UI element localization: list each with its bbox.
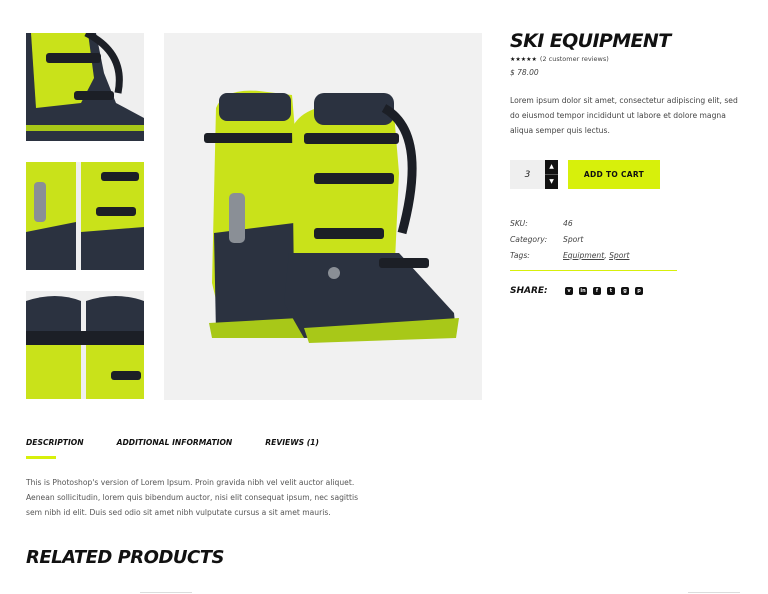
product-thumbnail-2[interactable] xyxy=(26,162,144,270)
rating-row: ★★★★★ (2 customer reviews) xyxy=(510,55,750,63)
add-to-cart-form: 3 ▲ ▼ ADD TO CART xyxy=(510,160,660,189)
star-rating-icon: ★★★★★ xyxy=(510,55,537,63)
tab-reviews[interactable]: REVIEWS (1) xyxy=(265,438,319,447)
twitter-icon[interactable]: t xyxy=(607,287,615,295)
chevron-up-icon[interactable]: ▲ xyxy=(545,160,558,175)
product-meta: SKU: 46 Category: Sport Tags: Equipment,… xyxy=(510,215,629,263)
related-products-heading: RELATED PRODUCTS xyxy=(26,547,224,568)
linkedin-icon[interactable]: in xyxy=(579,287,587,295)
share-row: SHARE: v in f t g p xyxy=(510,286,649,296)
tab-description[interactable]: DESCRIPTION xyxy=(26,438,84,459)
tags-label: Tags: xyxy=(510,250,530,260)
share-label: SHARE: xyxy=(510,286,548,296)
tags-value: Equipment, Sport xyxy=(563,251,629,260)
reviews-link[interactable]: (2 customer reviews) xyxy=(540,55,609,63)
google-plus-icon[interactable]: g xyxy=(621,287,629,295)
product-title: SKI EQUIPMENT xyxy=(510,30,671,52)
product-thumbnail-3[interactable] xyxy=(26,291,144,399)
boot-image xyxy=(26,162,144,270)
sku-label: SKU: xyxy=(510,218,528,228)
add-to-cart-button[interactable]: ADD TO CART xyxy=(568,160,660,189)
product-summary: SKI EQUIPMENT ★★★★★ (2 customer reviews)… xyxy=(510,30,750,138)
tag-separator: , xyxy=(604,250,607,260)
pinterest-icon[interactable]: p xyxy=(635,287,643,295)
product-tabs: DESCRIPTION ADDITIONAL INFORMATION REVIE… xyxy=(26,438,352,459)
related-product-card-edge xyxy=(140,592,192,593)
category-label: Category: xyxy=(510,234,548,244)
tags-row: Tags: Equipment, Sport xyxy=(510,247,629,263)
category-row: Category: Sport xyxy=(510,231,629,247)
tag-link-equipment[interactable]: Equipment xyxy=(563,251,604,260)
related-product-card-edge xyxy=(688,592,740,593)
tag-link-sport[interactable]: Sport xyxy=(609,251,629,260)
facebook-icon[interactable]: f xyxy=(593,287,601,295)
tab-additional-information[interactable]: ADDITIONAL INFORMATION xyxy=(117,438,233,447)
sku-value: 46 xyxy=(563,218,573,228)
boot-image xyxy=(26,33,144,141)
product-price: $ 78.00 xyxy=(510,68,539,77)
ski-boots-image xyxy=(164,33,482,400)
chevron-down-icon[interactable]: ▼ xyxy=(545,175,558,189)
divider xyxy=(510,270,677,271)
tab-panel-description: This is Photoshop's version of Lorem Ips… xyxy=(26,478,359,517)
sku-row: SKU: 46 xyxy=(510,215,629,231)
product-thumbnail-1[interactable] xyxy=(26,33,144,141)
product-main-image[interactable] xyxy=(164,33,482,400)
vimeo-icon[interactable]: v xyxy=(565,287,573,295)
category-value: Sport xyxy=(563,234,584,244)
quantity-input[interactable]: 3 xyxy=(510,160,545,189)
product-short-description: Lorem ipsum dolor sit amet, consectetur … xyxy=(510,96,738,135)
quantity-stepper: ▲ ▼ xyxy=(545,160,558,189)
boot-image xyxy=(26,291,144,399)
